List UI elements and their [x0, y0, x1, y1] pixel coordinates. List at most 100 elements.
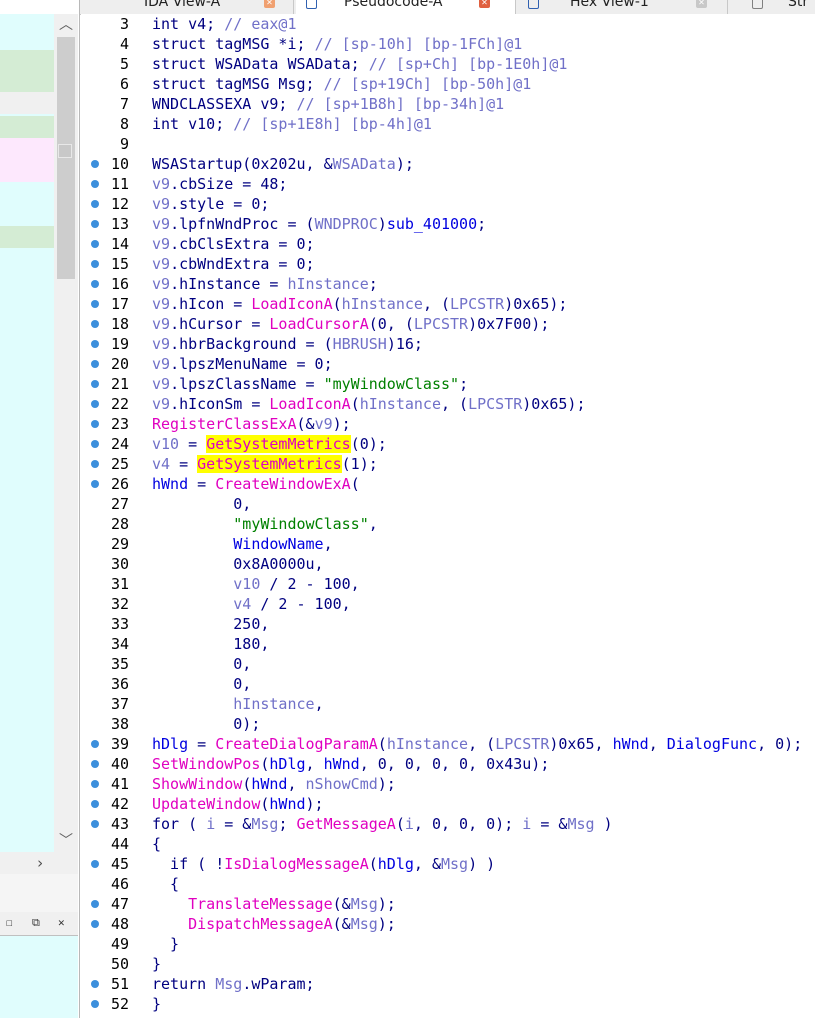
breakpoint-dot-icon[interactable] — [91, 760, 99, 768]
code-token[interactable]: GetMessageA — [297, 815, 396, 833]
chevron-down-icon[interactable]: ﹀ — [54, 830, 78, 852]
code-line[interactable]: 46 { — [81, 874, 815, 894]
code-line[interactable]: 17 v9.hIcon = LoadIconA(hInstance, (LPCST… — [81, 294, 815, 314]
code-line[interactable]: 25 v4 = GetSystemMetrics(1); — [81, 454, 815, 474]
code-token[interactable]: hWnd — [613, 735, 649, 753]
code-token[interactable]: v9 — [152, 175, 170, 193]
breakpoint-dot-icon[interactable] — [91, 740, 99, 748]
code-token[interactable]: WNDPROC — [315, 215, 378, 233]
list-item[interactable] — [0, 92, 54, 114]
breakpoint-dot-icon[interactable] — [91, 240, 99, 248]
code-token[interactable]: WSAData — [333, 155, 396, 173]
code-line[interactable]: 36 0, — [81, 674, 815, 694]
code-token[interactable]: hInstance — [233, 695, 314, 713]
code-token[interactable]: LPCSTR — [495, 735, 549, 753]
code-token[interactable]: HBRUSH — [333, 335, 387, 353]
code-token[interactable]: GetSystemMetrics — [197, 455, 342, 473]
code-line[interactable]: 34 180, — [81, 634, 815, 654]
code-line[interactable]: 14 v9.cbClsExtra = 0; — [81, 234, 815, 254]
code-line[interactable]: 20 v9.lpszMenuName = 0; — [81, 354, 815, 374]
code-token[interactable]: v9 — [152, 295, 170, 313]
pseudocode-view[interactable]: 3 int v4; // eax@1 4 struct tagMSG *i; // [… — [81, 14, 815, 1018]
code-line[interactable]: 23 RegisterClassExA(&v9); — [81, 414, 815, 434]
breakpoint-dot-icon[interactable] — [91, 380, 99, 388]
code-token[interactable]: LoadCursorA — [269, 315, 368, 333]
breakpoint-dot-icon[interactable] — [91, 200, 99, 208]
code-line[interactable]: 28 "myWindowClass", — [81, 514, 815, 534]
code-line[interactable]: 42 UpdateWindow(hWnd); — [81, 794, 815, 814]
code-token[interactable]: LoadIconA — [269, 395, 350, 413]
code-token[interactable]: GetSystemMetrics — [206, 435, 351, 453]
code-line[interactable]: 9 — [81, 134, 815, 154]
code-line[interactable]: 13 v9.lpfnWndProc = (WNDPROC)sub_401000; — [81, 214, 815, 234]
code-token[interactable]: RegisterClassExA — [152, 415, 297, 433]
code-token[interactable]: LPCSTR — [468, 395, 522, 413]
code-token[interactable]: v9 — [152, 355, 170, 373]
list-item[interactable] — [0, 50, 54, 92]
code-token[interactable]: v9 — [152, 235, 170, 253]
code-token[interactable]: hDlg — [378, 855, 414, 873]
code-line[interactable]: 31 v10 / 2 - 100, — [81, 574, 815, 594]
code-token[interactable]: hDlg — [152, 735, 188, 753]
code-line[interactable]: 48 DispatchMessageA(&Msg); — [81, 914, 815, 934]
code-line[interactable]: 3 int v4; // eax@1 — [81, 14, 815, 34]
code-token[interactable]: v9 — [152, 315, 170, 333]
breakpoint-dot-icon[interactable] — [91, 360, 99, 368]
code-token[interactable]: CreateDialogParamA — [215, 735, 378, 753]
code-token[interactable]: v9 — [152, 255, 170, 273]
code-line[interactable]: 39 hDlg = CreateDialogParamA(hInstance, (… — [81, 734, 815, 754]
code-line[interactable]: 7 WNDCLASSEXA v9; // [sp+1B8h] [bp-34h]@1 — [81, 94, 815, 114]
code-token[interactable]: Msg — [351, 915, 378, 933]
code-line[interactable]: 19 v9.hbrBackground = (HBRUSH)16; — [81, 334, 815, 354]
code-token[interactable]: v9 — [152, 195, 170, 213]
code-line[interactable]: 8 int v10; // [sp+1E8h] [bp-4h]@1 — [81, 114, 815, 134]
code-line[interactable]: 15 v9.cbWndExtra = 0; — [81, 254, 815, 274]
breakpoint-dot-icon[interactable] — [91, 220, 99, 228]
code-line[interactable]: 21 v9.lpszClassName = "myWindowClass"; — [81, 374, 815, 394]
code-token[interactable]: CreateWindowExA — [215, 475, 350, 493]
list-item[interactable] — [0, 116, 54, 138]
code-token[interactable]: Msg — [351, 895, 378, 913]
breakpoint-dot-icon[interactable] — [91, 420, 99, 428]
code-line[interactable]: 26 hWnd = CreateWindowExA( — [81, 474, 815, 494]
code-line[interactable]: 32 v4 / 2 - 100, — [81, 594, 815, 614]
code-token[interactable]: UpdateWindow — [152, 795, 260, 813]
breakpoint-dot-icon[interactable] — [91, 900, 99, 908]
functions-horizontal-scrollbar[interactable]: › — [0, 852, 78, 874]
functions-list[interactable] — [0, 14, 54, 852]
breakpoint-dot-icon[interactable] — [91, 260, 99, 268]
tab-pseudocode[interactable]: Pseudocode-A ✕ — [296, 0, 516, 14]
breakpoint-dot-icon[interactable] — [91, 320, 99, 328]
code-token[interactable]: ShowWindow — [152, 775, 242, 793]
list-item[interactable] — [0, 14, 54, 50]
code-token[interactable]: hInstance — [387, 735, 468, 753]
chevron-right-icon[interactable]: › — [30, 852, 50, 874]
chevron-up-icon[interactable]: ︿ — [54, 14, 78, 36]
code-line[interactable]: 18 v9.hCursor = LoadCursorA(0, (LPCSTR)0x… — [81, 314, 815, 334]
code-line[interactable]: 45 if ( !IsDialogMessageA(hDlg, &Msg) ) — [81, 854, 815, 874]
code-token[interactable]: i — [405, 815, 414, 833]
close-icon[interactable]: ✕ — [696, 0, 707, 8]
code-token[interactable]: DialogFunc — [667, 735, 757, 753]
breakpoint-dot-icon[interactable] — [91, 1000, 99, 1008]
code-token[interactable]: v9 — [152, 275, 170, 293]
breakpoint-dot-icon[interactable] — [91, 440, 99, 448]
code-line[interactable]: 50} — [81, 954, 815, 974]
code-token[interactable]: v4 — [152, 455, 170, 473]
code-line[interactable]: 40 SetWindowPos(hDlg, hWnd, 0, 0, 0, 0, 0… — [81, 754, 815, 774]
code-line[interactable]: 24 v10 = GetSystemMetrics(0); — [81, 434, 815, 454]
code-token[interactable]: v4 — [233, 595, 251, 613]
close-icon[interactable]: ✕ — [479, 0, 490, 8]
code-line[interactable]: 43 for ( i = &Msg; GetMessageA(i, 0, 0, 0… — [81, 814, 815, 834]
code-token[interactable]: v9 — [152, 395, 170, 413]
code-line[interactable]: 52} — [81, 994, 815, 1014]
code-line[interactable]: 4 struct tagMSG *i; // [sp-10h] [bp-1FCh]… — [81, 34, 815, 54]
close-icon[interactable]: ✕ — [58, 916, 65, 930]
code-token[interactable]: IsDialogMessageA — [224, 855, 369, 873]
code-token[interactable]: WindowName — [233, 535, 323, 553]
code-line[interactable]: 41 ShowWindow(hWnd, nShowCmd); — [81, 774, 815, 794]
code-line[interactable]: 22 v9.hIconSm = LoadIconA(hInstance, (LPC… — [81, 394, 815, 414]
code-token[interactable]: hDlg — [269, 755, 305, 773]
list-item[interactable] — [0, 138, 54, 182]
breakpoint-dot-icon[interactable] — [91, 800, 99, 808]
